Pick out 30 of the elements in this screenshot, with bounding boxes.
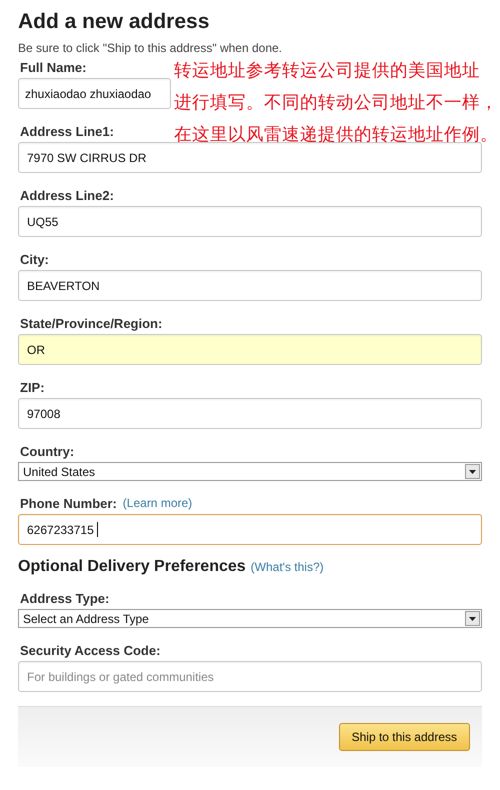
dropdown[interactable]: Select an Address Type: [18, 609, 482, 628]
whats-this-link[interactable]: (What's this?): [250, 560, 324, 574]
field-label: City:: [20, 252, 49, 266]
field-label: State/Province/Region:: [20, 316, 162, 330]
field-label: Address Line2:: [20, 188, 114, 202]
ship-button[interactable]: Ship to this address: [338, 723, 470, 751]
field-label: Security Access Code:: [20, 642, 160, 658]
field-label: ZIP:: [20, 380, 45, 394]
field-label: Address Line1:: [20, 124, 114, 138]
annotation-text: 转运地址参考转运公司提供的美国地址: [174, 59, 480, 81]
input-field[interactable]: 97008: [18, 398, 482, 429]
annotation-text: 在这里以风雷速递提供的转运地址作例。: [174, 123, 498, 145]
input-field[interactable]: For buildings or gated communities: [18, 661, 482, 692]
dropdown[interactable]: United States: [18, 462, 482, 481]
page-title: Add a new address: [18, 9, 210, 35]
section-title: Optional Delivery Preferences: [18, 558, 246, 576]
input-field[interactable]: zhuxiaodao zhuxiaodao: [18, 78, 171, 109]
input-field[interactable]: UQ55: [18, 206, 482, 237]
field-label: Address Type:: [20, 590, 110, 606]
annotation-text: 进行填写。不同的转动公司地址不一样，: [174, 91, 498, 113]
instruction-text: Be sure to click "Ship to this address" when done.: [18, 41, 283, 56]
field-label: Phone Number:: [20, 496, 117, 510]
input-field[interactable]: OR: [18, 334, 482, 365]
input-field[interactable]: 6267233715: [18, 514, 482, 545]
input-field[interactable]: BEAVERTON: [18, 270, 482, 301]
text-cursor: [96, 522, 98, 537]
field-label: Country:: [20, 444, 74, 458]
learn-more-link[interactable]: (Learn more): [122, 496, 192, 510]
field-label: Full Name:: [20, 60, 86, 74]
input-field[interactable]: 7970 SW CIRRUS DR: [18, 142, 482, 173]
